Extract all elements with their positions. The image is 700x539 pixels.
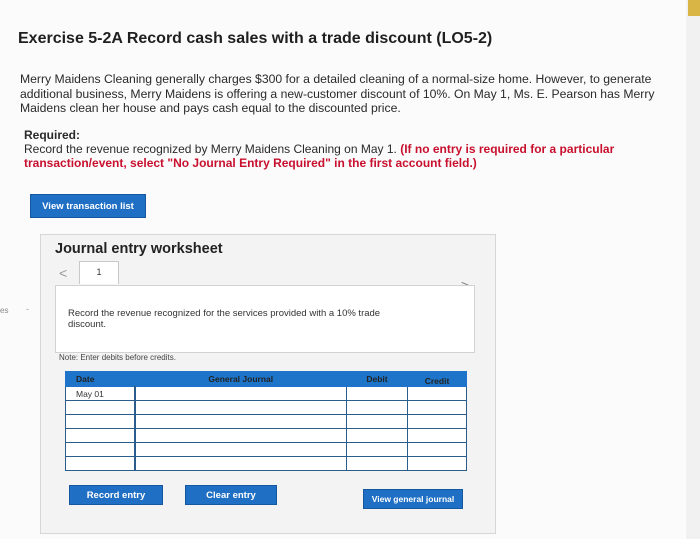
debit-cell[interactable] (346, 442, 408, 457)
view-general-journal-button[interactable]: View general journal (363, 489, 463, 509)
debit-cell[interactable] (346, 428, 408, 443)
table-row (65, 400, 467, 415)
worksheet-title: Journal entry worksheet (55, 241, 223, 257)
journal-entry-worksheet: Journal entry worksheet < 1 > Record the… (40, 234, 496, 534)
debit-cell[interactable] (346, 386, 408, 401)
credit-cell[interactable] (407, 442, 467, 457)
table-header-row: Date General Journal Debit Credit (65, 371, 467, 387)
account-column-header: General Journal (134, 371, 347, 387)
table-row (65, 414, 467, 429)
debit-cell[interactable] (346, 414, 408, 429)
credit-cell[interactable] (407, 400, 467, 415)
previous-arrow-icon[interactable]: < (59, 265, 67, 281)
margin-text-fragment: es (0, 306, 9, 315)
date-cell[interactable] (65, 442, 136, 457)
transaction-description-box: Record the revenue recognized for the se… (55, 285, 475, 353)
credit-cell[interactable] (407, 456, 467, 471)
required-section: Required: Record the revenue recognized … (24, 128, 684, 170)
edge-highlight-bar (688, 0, 700, 16)
entry-note: Note: Enter debits before credits. (59, 353, 176, 362)
date-cell[interactable] (65, 414, 136, 429)
required-text: Record the revenue recognized by Merry M… (24, 142, 401, 156)
credit-cell[interactable] (407, 386, 467, 401)
margin-dash: - (26, 304, 29, 314)
date-cell[interactable] (65, 428, 136, 443)
date-cell[interactable]: May 01 (65, 386, 136, 401)
debit-column-header: Debit (346, 371, 408, 387)
date-cell[interactable] (65, 400, 136, 415)
account-cell[interactable] (134, 386, 347, 401)
table-row (65, 442, 467, 457)
table-row: May 01 (65, 386, 467, 401)
journal-entry-table: Date General Journal Debit Credit May 01 (65, 371, 467, 471)
table-row (65, 428, 467, 443)
debit-cell[interactable] (346, 456, 408, 471)
exercise-intro: Merry Maidens Cleaning generally charges… (20, 72, 655, 115)
account-cell[interactable] (134, 428, 347, 443)
account-cell[interactable] (134, 456, 347, 471)
record-entry-button[interactable]: Record entry (69, 485, 163, 505)
date-column-header: Date (65, 371, 136, 387)
worksheet-tab-1[interactable]: 1 (79, 261, 119, 284)
table-row (65, 456, 467, 471)
debit-cell[interactable] (346, 400, 408, 415)
page-sheet: Exercise 5-2A Record cash sales with a t… (0, 0, 686, 539)
account-cell[interactable] (134, 400, 347, 415)
account-cell[interactable] (134, 414, 347, 429)
clear-entry-button[interactable]: Clear entry (185, 485, 277, 505)
credit-column-header: Credit (407, 371, 467, 387)
credit-cell[interactable] (407, 428, 467, 443)
date-cell[interactable] (65, 456, 136, 471)
account-cell[interactable] (134, 442, 347, 457)
transaction-description: Record the revenue recognized for the se… (68, 308, 381, 330)
view-transaction-list-button[interactable]: View transaction list (30, 194, 146, 218)
exercise-title: Exercise 5-2A Record cash sales with a t… (18, 30, 493, 47)
credit-cell[interactable] (407, 414, 467, 429)
required-heading: Required: (24, 128, 81, 142)
